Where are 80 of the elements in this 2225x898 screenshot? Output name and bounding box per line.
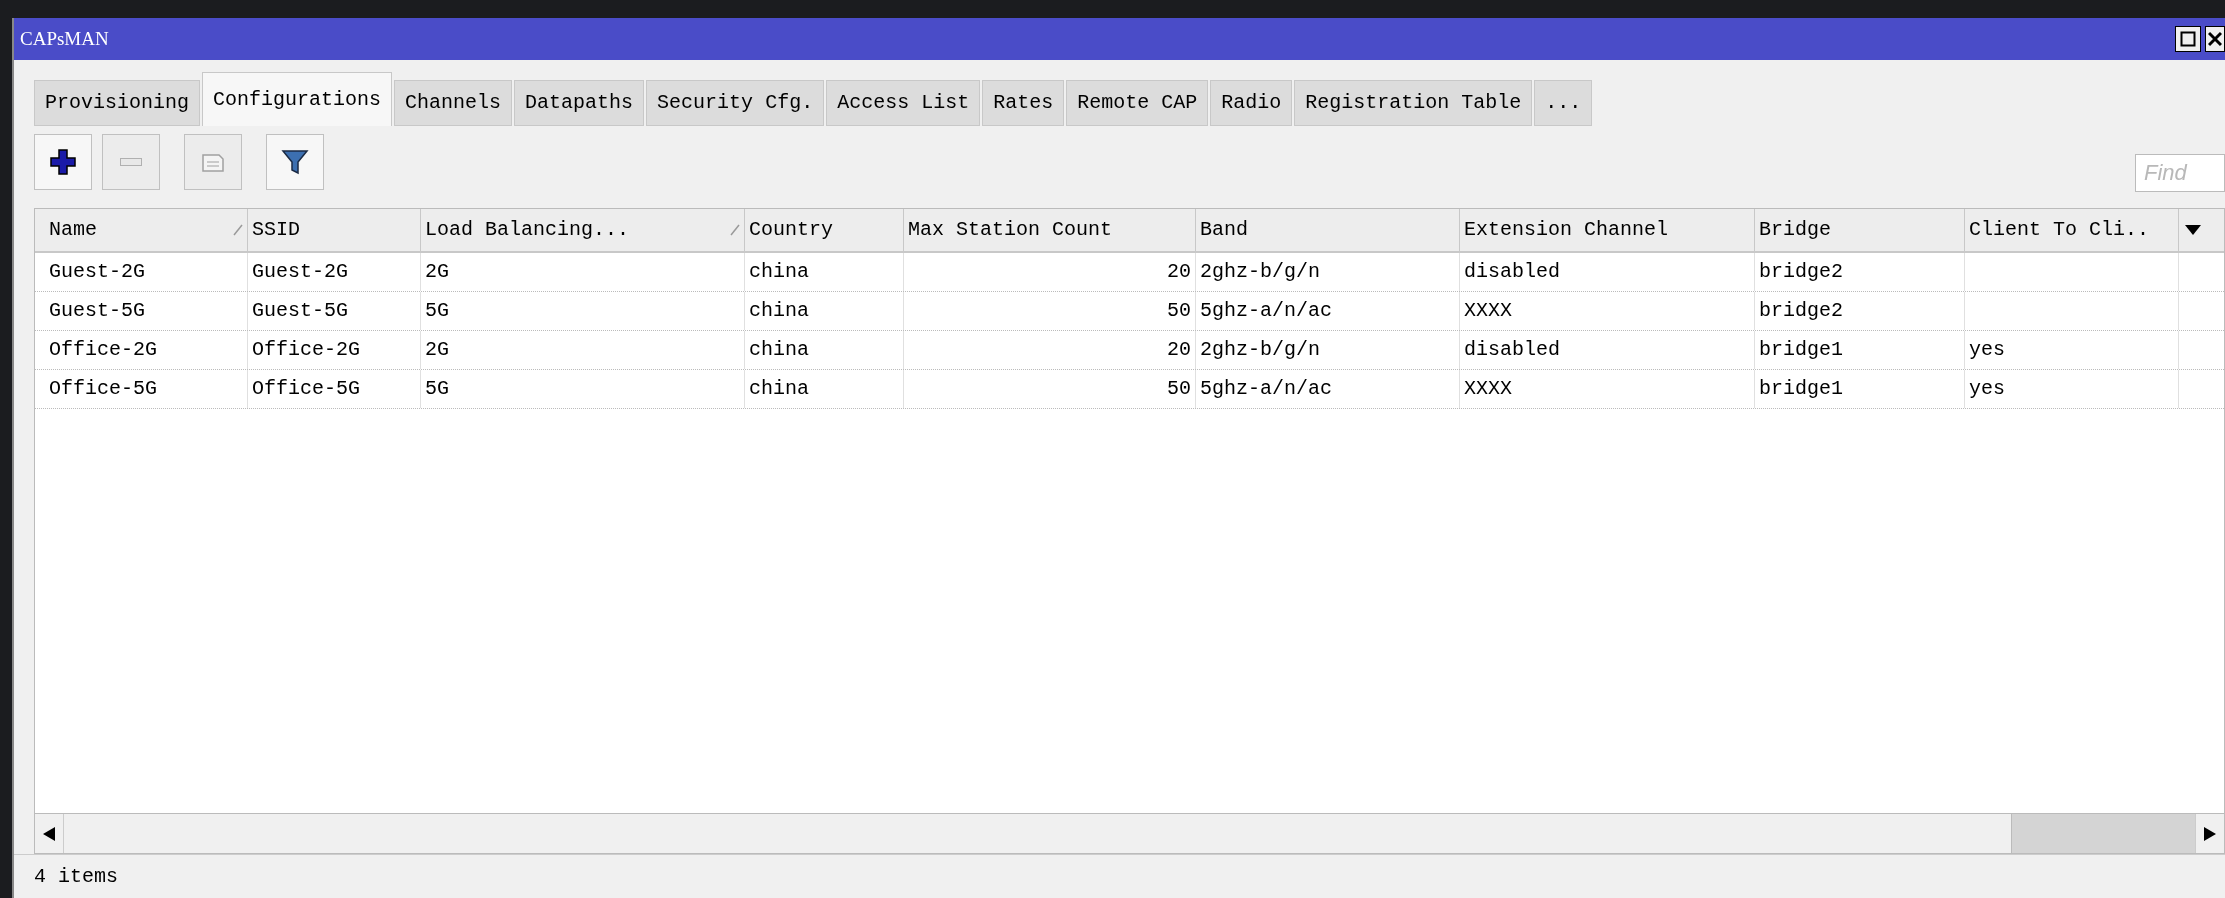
table-cell-text: bridge1 bbox=[1759, 337, 1843, 363]
table-cell-text: Guest-5G bbox=[252, 298, 348, 324]
table-cell-text: 2G bbox=[425, 337, 449, 363]
tab[interactable]: Channels bbox=[394, 80, 513, 126]
column-label: Client To Cli.. bbox=[1969, 217, 2150, 243]
column-header[interactable]: Name bbox=[45, 209, 248, 251]
find-field[interactable]: Find bbox=[2135, 154, 2225, 192]
column-header[interactable]: Max Station Count bbox=[904, 209, 1196, 251]
table-cell-text: 5G bbox=[425, 376, 449, 402]
table-cell-text: disabled bbox=[1464, 259, 1560, 285]
minus-icon bbox=[120, 158, 142, 166]
table-cell-text: Guest-2G bbox=[49, 259, 145, 285]
table-cell-text: 2ghz-b/g/n bbox=[1200, 259, 1321, 285]
table-cell-text: 20 bbox=[1167, 337, 1191, 363]
tab[interactable]: Access List bbox=[826, 80, 981, 126]
add-button[interactable] bbox=[34, 134, 92, 190]
table-cell-text: china bbox=[749, 259, 809, 285]
filter-button[interactable] bbox=[266, 134, 324, 190]
table-cell-text: XXXX bbox=[1464, 376, 1512, 402]
table-cell-text: Office-2G bbox=[49, 337, 158, 363]
right-arrow-icon bbox=[2204, 826, 2216, 841]
table-cell-text: yes bbox=[1969, 376, 2005, 402]
table-cell-text: 5ghz-a/n/ac bbox=[1200, 298, 1333, 324]
column-header[interactable]: Extension Channel bbox=[1460, 209, 1755, 251]
column-label: Load Balancing... bbox=[425, 217, 630, 243]
close-button[interactable] bbox=[2205, 26, 2225, 52]
maximize-icon bbox=[2180, 31, 2196, 47]
dropdown-icon bbox=[2185, 225, 2201, 235]
maximize-button[interactable] bbox=[2175, 26, 2201, 52]
table-cell-text: 2G bbox=[425, 259, 449, 285]
window-title: CAPsMAN bbox=[20, 26, 109, 51]
tab[interactable]: ... bbox=[1534, 80, 1593, 126]
table-cell-text: bridge2 bbox=[1759, 259, 1843, 285]
table-cell-text: Guest-2G bbox=[252, 259, 348, 285]
tab[interactable]: Provisioning bbox=[34, 80, 201, 126]
column-label: Bridge bbox=[1759, 217, 1831, 243]
filter-icon bbox=[280, 147, 310, 177]
table-cell-text: bridge1 bbox=[1759, 376, 1843, 402]
column-header[interactable]: SSID bbox=[248, 209, 421, 251]
status-text: 4 items bbox=[34, 863, 118, 890]
tab[interactable]: Radio bbox=[1210, 80, 1293, 126]
table-cell-text: 2ghz-b/g/n bbox=[1200, 337, 1321, 363]
tab[interactable]: Configurations bbox=[202, 72, 393, 126]
scroll-thumb[interactable] bbox=[2011, 814, 2195, 853]
table-cell-text: 50 bbox=[1167, 298, 1191, 324]
left-arrow-icon bbox=[43, 826, 55, 841]
table-cell-text: 50 bbox=[1167, 376, 1191, 402]
horizontal-scrollbar[interactable] bbox=[35, 813, 2224, 853]
table-cell-text: 5ghz-a/n/ac bbox=[1200, 376, 1333, 402]
column-label: Name bbox=[49, 217, 97, 243]
tab[interactable]: Remote CAP bbox=[1066, 80, 1209, 126]
table-cell-text: Office-5G bbox=[49, 376, 158, 402]
column-label: SSID bbox=[252, 217, 300, 243]
column-label: Max Station Count bbox=[908, 217, 1113, 243]
plus-icon bbox=[48, 147, 78, 177]
column-header[interactable]: Bridge bbox=[1755, 209, 1965, 251]
column-label: Band bbox=[1200, 217, 1248, 243]
column-header[interactable]: Client To Cli.. bbox=[1965, 209, 2179, 251]
column-header[interactable]: Band bbox=[1196, 209, 1460, 251]
table-cell-text: china bbox=[749, 298, 809, 324]
table-cell-text: china bbox=[749, 376, 809, 402]
column-label: Country bbox=[749, 217, 833, 243]
table-cell-text: Guest-5G bbox=[49, 298, 145, 324]
table-cell-text: bridge2 bbox=[1759, 298, 1843, 324]
table-cell-text: Office-2G bbox=[252, 337, 361, 363]
table-cell-text: Office-5G bbox=[252, 376, 361, 402]
close-icon bbox=[2208, 31, 2222, 47]
column-header[interactable]: Load Balancing... bbox=[421, 209, 745, 251]
column-header[interactable]: Country bbox=[745, 209, 904, 251]
table-cell-text: 5G bbox=[425, 298, 449, 324]
table-cell-text: china bbox=[749, 337, 809, 363]
table-cell-text: XXXX bbox=[1464, 298, 1512, 324]
tab[interactable]: Rates bbox=[982, 80, 1065, 126]
column-label: Extension Channel bbox=[1464, 217, 1669, 243]
tab[interactable]: Registration Table bbox=[1294, 80, 1533, 126]
table-cell-text: disabled bbox=[1464, 337, 1560, 363]
table-cell-text: yes bbox=[1969, 337, 2005, 363]
table-cell-text: 20 bbox=[1167, 259, 1191, 285]
tab[interactable]: Security Cfg. bbox=[646, 80, 825, 126]
tab[interactable]: Datapaths bbox=[514, 80, 645, 126]
